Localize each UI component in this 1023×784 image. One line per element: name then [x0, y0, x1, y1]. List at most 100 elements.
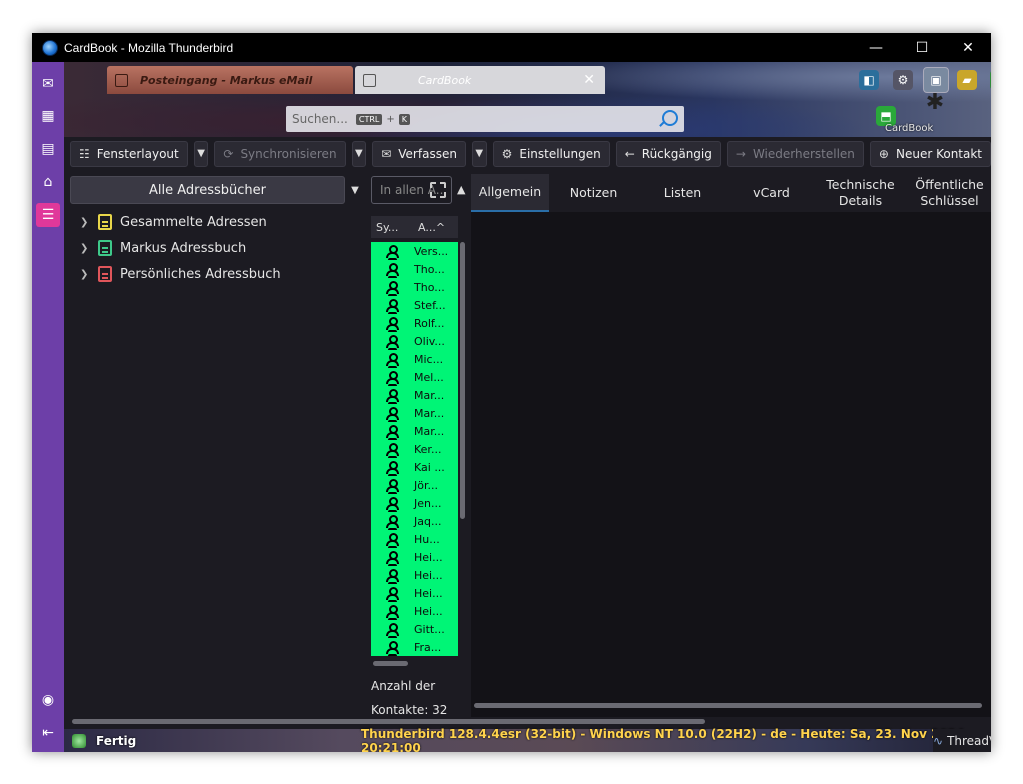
contact-row[interactable]: Fra...	[371, 638, 458, 656]
contact-name: Mar...	[414, 424, 445, 438]
chevron-right-icon[interactable]: ❯	[80, 217, 92, 228]
tab-notizen[interactable]: Notizen	[549, 174, 638, 212]
tab-technische-details[interactable]: Technische Details	[816, 174, 905, 212]
contact-name: Mic...	[414, 352, 444, 366]
fensterlayout-dropdown[interactable]: ▼	[193, 140, 209, 167]
synchronisieren-dropdown[interactable]: ▼	[351, 140, 367, 167]
addon-gear-icon[interactable]: ⚙	[893, 70, 913, 90]
verfassen-button[interactable]: ✉ Verfassen	[372, 140, 466, 167]
details-horizontal-scrollbar[interactable]	[474, 703, 982, 708]
shortcut-k: K	[398, 113, 410, 125]
contact-row[interactable]: Kai ...	[371, 458, 458, 476]
tab-vcard[interactable]: vCard	[727, 174, 816, 212]
addon-translate-icon[interactable]: ◧	[859, 70, 879, 90]
person-icon	[386, 478, 399, 492]
sync-icon: ⟳	[223, 146, 234, 161]
rueckgaengig-button[interactable]: ← Rückgängig	[615, 140, 721, 167]
status-bar: Fertig Thunderbird 128.4.4esr (32-bit) -…	[64, 726, 991, 753]
addon-folder-icon[interactable]: ▰	[957, 70, 977, 90]
contact-name: Jaq...	[414, 514, 442, 528]
cardbook-tab-icon	[363, 73, 376, 87]
chevron-up-icon[interactable]: ▲	[457, 183, 465, 196]
einstellungen-button[interactable]: ⚙ Einstellungen	[492, 140, 610, 167]
person-icon	[386, 316, 399, 330]
addressbook-select[interactable]: Alle Adressbücher	[70, 176, 345, 204]
person-icon	[386, 622, 399, 636]
addressbook-item[interactable]: ❯ Markus Adressbuch	[80, 237, 246, 259]
contact-row[interactable]: Tho...	[371, 260, 458, 278]
scan-icon[interactable]	[430, 182, 446, 198]
neuer-kontakt-button[interactable]: ⊕ Neuer Kontakt	[869, 140, 991, 167]
contacts-horizontal-scrollbar[interactable]	[373, 661, 408, 666]
contact-row[interactable]: Mic...	[371, 350, 458, 368]
contact-row[interactable]: Hei...	[371, 602, 458, 620]
chevron-down-icon[interactable]: ▼	[347, 176, 363, 204]
mail-icon[interactable]: ✉	[36, 72, 60, 96]
minimize-button[interactable]: —	[853, 33, 899, 62]
threadvis-button[interactable]: ∿ ThreadVis	[933, 729, 991, 752]
column-header-name[interactable]: A...^	[413, 221, 445, 234]
contact-name: Hu...	[414, 532, 440, 546]
synchronisieren-button[interactable]: ⟳ Synchronisieren	[214, 140, 346, 167]
contacts-vertical-scrollbar[interactable]	[460, 242, 465, 519]
addressbook-item[interactable]: ❯ Gesammelte Adressen	[80, 211, 267, 233]
column-header-symbol[interactable]: Sy...	[371, 221, 413, 234]
contact-name: Hei...	[414, 604, 443, 618]
contact-row[interactable]: Vers...	[371, 242, 458, 260]
contact-row[interactable]: Jen...	[371, 494, 458, 512]
addressbook-label: Persönliches Adressbuch	[120, 266, 281, 282]
contact-row[interactable]: Mel...	[371, 368, 458, 386]
collapse-spaces-icon[interactable]: ⇤	[36, 721, 60, 745]
contact-row[interactable]: Mar...	[371, 422, 458, 440]
compose-icon: ✉	[381, 146, 392, 161]
layout-icon: ☷	[79, 146, 90, 161]
chevron-right-icon[interactable]: ❯	[80, 269, 92, 280]
person-icon	[386, 298, 399, 312]
cardbook-space-icon[interactable]: ☰	[36, 203, 60, 227]
search-icon[interactable]	[662, 110, 678, 126]
calendar-icon[interactable]: ▦	[36, 104, 60, 128]
status-icon[interactable]: ◉	[36, 688, 60, 712]
tab-listen[interactable]: Listen	[638, 174, 727, 212]
neuer-kontakt-label: Neuer Kontakt	[895, 146, 983, 161]
close-tab-icon[interactable]: ✕	[583, 72, 595, 88]
contacts-list-pane: In allen A... ▲ Sy... A...^ Vers... Tho..…	[371, 170, 470, 717]
contact-row[interactable]: Tho...	[371, 278, 458, 296]
chevron-right-icon[interactable]: ❯	[80, 243, 92, 254]
contact-row[interactable]: Hei...	[371, 566, 458, 584]
contact-row[interactable]: Ker...	[371, 440, 458, 458]
contact-row[interactable]: Hu...	[371, 530, 458, 548]
contact-row[interactable]: Jaq...	[371, 512, 458, 530]
close-button[interactable]: ✕	[945, 33, 991, 62]
maximize-button[interactable]: ☐	[899, 33, 945, 62]
contact-row[interactable]: Oliv...	[371, 332, 458, 350]
addressbook-icon	[98, 214, 112, 230]
contact-row[interactable]: Gitt...	[371, 620, 458, 638]
contact-row[interactable]: Hei...	[371, 548, 458, 566]
tab-cardbook[interactable]: CardBook ✕	[355, 66, 605, 94]
contact-row[interactable]: Rolf...	[371, 314, 458, 332]
fensterlayout-button[interactable]: ☷ Fensterlayout	[70, 140, 188, 167]
contact-row[interactable]: Stef...	[371, 296, 458, 314]
main-horizontal-scrollbar[interactable]	[72, 719, 705, 724]
contact-row[interactable]: Hei...	[371, 584, 458, 602]
contact-row[interactable]: Jör...	[371, 476, 458, 494]
contact-row[interactable]: Mar...	[371, 386, 458, 404]
addressbook-item[interactable]: ❯ Persönliches Adressbuch	[80, 263, 281, 285]
global-search-input[interactable]: Suchen... CTRL + K	[286, 106, 684, 132]
contact-row[interactable]: Mar...	[371, 404, 458, 422]
verfassen-dropdown[interactable]: ▼	[471, 140, 487, 167]
addressbook-label: Markus Adressbuch	[120, 240, 247, 256]
mail-tab-icon	[115, 73, 128, 87]
tab-posteingang[interactable]: Posteingang - Markus eMail	[107, 66, 353, 94]
refresh-icon[interactable]: ⟳	[990, 70, 991, 90]
wiederherstellen-button[interactable]: → Wiederherstellen	[726, 140, 864, 167]
status-info-text: Thunderbird 128.4.4esr (32-bit) - Window…	[361, 726, 974, 753]
chat-icon[interactable]: ⌂	[36, 170, 60, 194]
tasks-icon[interactable]: ▤	[36, 137, 60, 161]
tab-allgemein[interactable]: Allgemein	[471, 174, 549, 212]
online-status-icon[interactable]	[72, 733, 86, 748]
person-icon	[386, 604, 399, 618]
undo-icon: ←	[624, 146, 635, 161]
tab-oeffentliche-schluessel[interactable]: Öffentliche Schlüssel	[905, 174, 991, 212]
